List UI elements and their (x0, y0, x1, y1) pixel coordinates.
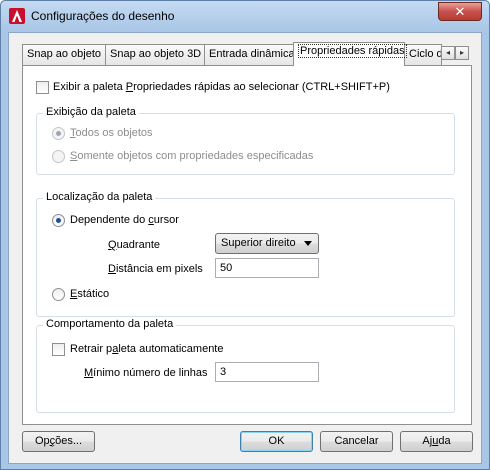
ok-button[interactable]: OK (240, 431, 313, 452)
label-part: uadrante (116, 239, 160, 251)
label-part: leta automaticamente (118, 343, 224, 355)
label-part: Retrair p (70, 343, 113, 355)
quadrant-select-value: Superior direito (221, 237, 296, 249)
chevron-left-icon: ◂ (445, 48, 450, 57)
tab-scroll-right-button[interactable]: ▸ (455, 46, 469, 60)
label-part: ursor (153, 214, 179, 226)
label-part: omente objetos com propriedades especifi… (77, 150, 314, 162)
tab-snap-ao-objeto-3d[interactable]: Snap ao objeto 3D (105, 44, 205, 65)
access-key: Q (108, 239, 117, 251)
show-quick-properties-checkbox[interactable] (36, 81, 49, 94)
min-lines-input[interactable]: 3 (215, 362, 319, 382)
distance-pixels-input[interactable]: 50 (215, 258, 319, 278)
all-objects-radio[interactable] (52, 127, 65, 140)
tab-entrada-dinamica[interactable]: Entrada dinâmica (204, 44, 295, 65)
label-part: Dependente do (70, 214, 149, 226)
label-part: ínimo número de linhas (93, 367, 208, 379)
options-button[interactable]: Opções... (22, 431, 95, 452)
access-key: M (84, 367, 94, 379)
palette-location-group: Localização da paleta Dependente do curs… (36, 191, 455, 317)
tab-scroll-left-button[interactable]: ◂ (441, 46, 455, 60)
title-bar[interactable]: Configurações do desenho ✕ (1, 1, 489, 31)
palette-behavior-group: Comportamento da paleta Retrair paleta a… (36, 318, 455, 413)
label-part: ões... (55, 435, 83, 447)
tab-snap-ao-objeto[interactable]: Snap ao objeto (22, 44, 106, 65)
label-part: da (438, 435, 451, 447)
tab-label: Entrada dinâmica (209, 48, 295, 60)
quadrant-select[interactable]: Superior direito (215, 233, 319, 254)
access-key: D (108, 263, 116, 275)
palette-display-group: Exibição da paleta Todos os objetos Some… (36, 106, 455, 175)
tab-label: Snap ao objeto 3D (110, 48, 202, 60)
help-button[interactable]: Ajuda (400, 431, 473, 452)
window-title: Configurações do desenho (31, 9, 175, 23)
tab-label: Ciclo d (409, 48, 442, 60)
auto-collapse-checkbox[interactable] (52, 343, 65, 356)
static-radio[interactable] (52, 288, 65, 301)
ok-button-label: OK (268, 435, 285, 447)
tab-ciclo[interactable]: Ciclo d (404, 44, 442, 65)
close-icon: ✕ (454, 4, 466, 19)
cursor-dependent-label[interactable]: Dependente do cursor (70, 214, 179, 226)
distance-label: Distância em pixels (108, 263, 203, 275)
label-part: ropriedades rápidas ao selecionar (CTRL+… (133, 81, 390, 93)
access-key: P (125, 81, 134, 93)
autocad-app-icon (9, 8, 25, 24)
group-title: Localização da paleta (43, 191, 156, 203)
min-lines-label: Mínimo número de linhas (84, 367, 208, 379)
group-title: Comportamento da paleta (43, 318, 177, 330)
cancel-button[interactable]: Cancelar (320, 431, 393, 452)
label-part: odos os objetos (75, 127, 153, 139)
dialog-window: Configurações do desenho ✕ Snap ao objet… (0, 0, 490, 470)
label-part: istância em pixels (115, 263, 203, 275)
all-objects-label[interactable]: Todos os objetos (70, 127, 153, 139)
static-label[interactable]: Estático (70, 288, 109, 300)
auto-collapse-label[interactable]: Retrair paleta automaticamente (70, 343, 223, 355)
quadrant-label: Quadrante (108, 239, 160, 251)
cursor-dependent-radio[interactable] (52, 214, 65, 227)
show-quick-properties-label[interactable]: Exibir a paleta Propriedades rápidas ao … (53, 81, 390, 93)
dialog-client-area: Snap ao objeto Snap ao objeto 3D Entrada… (8, 32, 482, 464)
chevron-right-icon: ▸ (459, 48, 464, 57)
group-title: Exibição da paleta (43, 106, 139, 118)
tab-panel-propriedades-rapidas: Exibir a paleta Propriedades rápidas ao … (22, 65, 472, 425)
tab-label: Snap ao objeto (27, 48, 102, 60)
close-button[interactable]: ✕ (438, 2, 482, 21)
chevron-down-icon (304, 241, 312, 246)
distance-pixels-value: 50 (220, 262, 233, 274)
cancel-button-label: Cancelar (334, 435, 379, 447)
specified-objects-radio[interactable] (52, 150, 65, 163)
label-part: Op (34, 435, 50, 447)
tab-propriedades-rapidas[interactable]: Propriedades rápidas (293, 42, 407, 66)
label-part: Exibir a paleta (53, 81, 126, 93)
min-lines-value: 3 (220, 366, 227, 378)
label-part: Aj (422, 435, 433, 447)
label-part: stático (77, 288, 110, 300)
tab-label: Propriedades rápidas (298, 44, 407, 58)
specified-objects-label[interactable]: Somente objetos com propriedades especif… (70, 150, 313, 162)
